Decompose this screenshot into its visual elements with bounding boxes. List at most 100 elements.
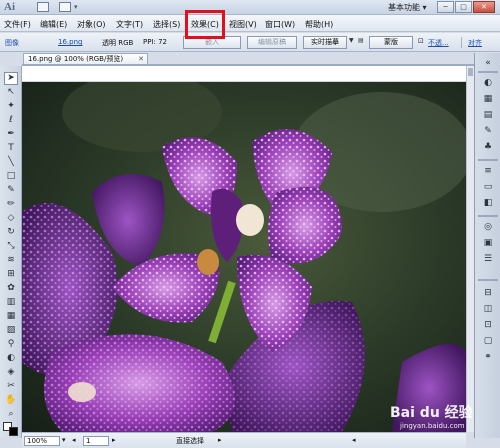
canvas-area[interactable]	[22, 66, 466, 432]
scale-tool-icon[interactable]: ⤡	[4, 240, 18, 253]
vertical-scrollbar[interactable]	[466, 66, 474, 432]
live-paint-tool-icon[interactable]: ◈	[4, 366, 18, 379]
control-bar: 图像 16.png 透明 RGB PPI: 72 嵌入 编辑原稿 实时描摹 ▼ …	[0, 33, 500, 52]
paintbrush-tool-icon[interactable]: ✎	[4, 184, 18, 197]
divider	[478, 159, 498, 161]
live-trace-button[interactable]: 实时描摹	[303, 36, 347, 49]
ppi-label: PPI: 72	[143, 38, 167, 46]
stroke-icon[interactable]: ≡	[481, 165, 495, 178]
align-icon[interactable]: ⊟	[481, 287, 495, 300]
pencil-tool-icon[interactable]: ✏	[4, 198, 18, 211]
first-page-icon[interactable]: ◂	[72, 436, 76, 444]
workspace-switcher[interactable]: 基本功能 ▾	[388, 2, 427, 13]
transparency-icon[interactable]: ◧	[481, 197, 495, 210]
watermark-url: jingyan.baidu.com	[400, 422, 465, 430]
zoom-tool-icon[interactable]: ⌕	[4, 408, 18, 421]
menu-help[interactable]: 帮助(H)	[305, 19, 333, 30]
warp-tool-icon[interactable]: ≋	[4, 254, 18, 267]
color-guide-icon[interactable]: ▦	[481, 93, 495, 106]
divider	[478, 71, 498, 73]
eraser-tool-icon[interactable]: ◇	[4, 212, 18, 225]
align-link[interactable]: 对齐	[468, 38, 482, 48]
rotate-tool-icon[interactable]: ↻	[4, 226, 18, 239]
slice-tool-icon[interactable]: ✂	[4, 380, 18, 393]
document-tab-title: 16.png @ 100% (RGB/预览)	[28, 55, 124, 63]
menu-file[interactable]: 文件(F)	[4, 19, 31, 30]
next-page-icon[interactable]: ▸	[112, 436, 116, 444]
pen-tool-icon[interactable]: ✒	[4, 128, 18, 141]
panel-dock: « ◐ ▦ ▤ ✎ ♣ ≡ ▭ ◧ ◎ ▣ ☰ ⊟ ◫ ⊡ ▢ ⚭	[474, 53, 500, 438]
menu-edit[interactable]: 编辑(E)	[40, 19, 67, 30]
orchid-photo	[22, 82, 466, 432]
opacity-link[interactable]: 不透...	[428, 38, 449, 48]
linked-file-link[interactable]: 16.png	[58, 38, 82, 46]
page-field[interactable]: 1	[83, 436, 109, 446]
app-logo: Ai	[4, 1, 15, 13]
stroke-swatch[interactable]	[9, 427, 18, 436]
object-type-label: 图像	[5, 39, 19, 47]
status-tool-label: 直接选择	[176, 437, 204, 445]
menu-type[interactable]: 文字(T)	[116, 19, 143, 30]
artboards-icon[interactable]: ▢	[481, 335, 495, 348]
links-icon[interactable]: ⚭	[481, 351, 495, 364]
menu-select[interactable]: 选择(S)	[153, 19, 180, 30]
menu-window[interactable]: 窗口(W)	[265, 19, 295, 30]
mask-button[interactable]: 蒙版	[369, 36, 413, 49]
swatches-icon[interactable]: ▤	[481, 109, 495, 122]
divider	[478, 279, 498, 281]
zoom-field[interactable]: 100%	[24, 436, 60, 446]
scroll-left-icon[interactable]: ◂	[352, 436, 356, 444]
minimize-button[interactable]: ─	[437, 1, 454, 13]
hand-tool-icon[interactable]: ✋	[4, 394, 18, 407]
gradient-icon[interactable]: ▭	[481, 181, 495, 194]
direct-selection-tool-icon[interactable]: ↖	[4, 86, 18, 99]
menu-view[interactable]: 视图(V)	[229, 19, 257, 30]
lasso-tool-icon[interactable]: ℓ	[4, 114, 18, 127]
brushes-icon[interactable]: ✎	[481, 125, 495, 138]
symbols-icon[interactable]: ♣	[481, 141, 495, 154]
pathfinder-icon[interactable]: ◫	[481, 303, 495, 316]
close-button[interactable]: ✕	[473, 1, 495, 13]
workspace-label: 基本功能	[388, 3, 420, 12]
color-mode-label: 透明 RGB	[102, 39, 134, 47]
collapse-panels-icon[interactable]: «	[481, 57, 495, 70]
graphic-styles-icon[interactable]: ▣	[481, 237, 495, 250]
divider	[461, 37, 462, 48]
magic-wand-tool-icon[interactable]: ✦	[4, 100, 18, 113]
baidu-watermark: Bai du 经验 jingyan.baidu.com	[390, 402, 473, 436]
transform-icon[interactable]: ⊡	[481, 319, 495, 332]
tools-panel: ➤ ↖ ✦ ℓ ✒ T ╲ □ ✎ ✏ ◇ ↻ ⤡ ≋ ⊞ ✿ ▥ ▦ ▨ ⚲ …	[0, 66, 22, 438]
bridge-icon[interactable]	[37, 2, 49, 12]
free-transform-tool-icon[interactable]: ⊞	[4, 268, 18, 281]
tracing-options-icon[interactable]: ▤	[358, 37, 364, 44]
graph-tool-icon[interactable]: ▥	[4, 296, 18, 309]
edit-original-button[interactable]: 编辑原稿	[247, 36, 297, 49]
appearance-icon[interactable]: ◎	[481, 221, 495, 234]
selection-tool-icon[interactable]: ➤	[4, 72, 18, 85]
divider	[478, 215, 498, 217]
gradient-tool-icon[interactable]: ▨	[4, 324, 18, 337]
transform-icon[interactable]: ⊡	[418, 37, 424, 45]
status-menu-icon[interactable]: ▸	[218, 436, 222, 444]
title-bar: Ai ▾ 基本功能 ▾ ─ □ ✕	[0, 0, 500, 15]
color-panel-icon[interactable]: ◐	[481, 77, 495, 90]
rectangle-tool-icon[interactable]: □	[4, 170, 18, 183]
chevron-down-icon[interactable]: ▾	[74, 3, 78, 11]
type-tool-icon[interactable]: T	[4, 142, 18, 155]
line-tool-icon[interactable]: ╲	[4, 156, 18, 169]
maximize-button[interactable]: □	[455, 1, 472, 13]
highlight-box	[185, 10, 225, 39]
symbol-sprayer-tool-icon[interactable]: ✿	[4, 282, 18, 295]
arrange-documents-icon[interactable]	[59, 2, 71, 12]
scrollbar-thumb[interactable]	[468, 68, 473, 76]
chevron-down-icon[interactable]: ▼	[349, 37, 354, 44]
eyedropper-tool-icon[interactable]: ⚲	[4, 338, 18, 351]
blend-tool-icon[interactable]: ◐	[4, 352, 18, 365]
mesh-tool-icon[interactable]: ▦	[4, 310, 18, 323]
chevron-down-icon: ▾	[422, 3, 427, 12]
artboard-margin	[22, 66, 466, 82]
menu-bar: 文件(F) 编辑(E) 对象(O) 文字(T) 选择(S) 效果(C) 视图(V…	[0, 15, 500, 32]
chevron-down-icon[interactable]: ▾	[62, 436, 66, 444]
layers-icon[interactable]: ☰	[481, 253, 495, 266]
menu-object[interactable]: 对象(O)	[77, 19, 106, 30]
